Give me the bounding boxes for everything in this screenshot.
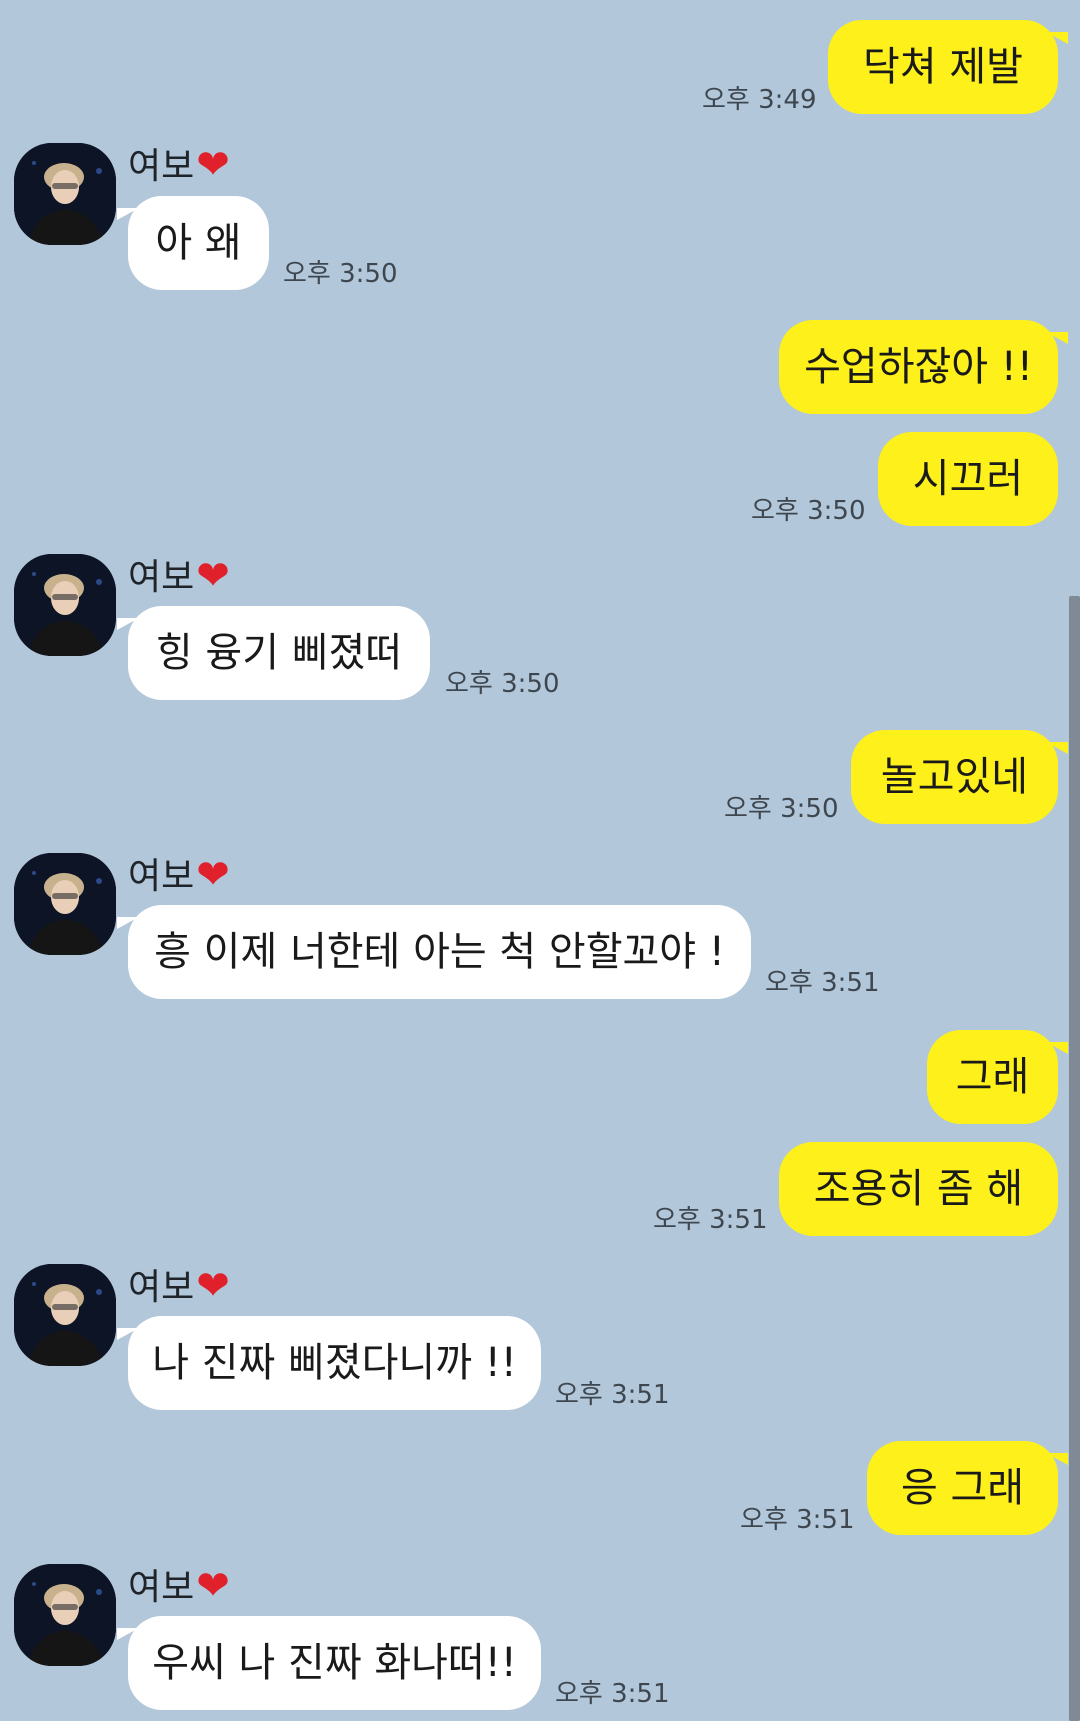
message-time: 오후 3:50 bbox=[283, 259, 398, 289]
message-time: 오후 3:51 bbox=[555, 1679, 670, 1709]
message-text: 우씨 나 진짜 화나떠!! bbox=[152, 1640, 517, 1686]
contact-name: 여보❤ bbox=[128, 553, 230, 599]
bubble-tail bbox=[1046, 742, 1068, 754]
bubble-tail bbox=[1046, 32, 1068, 44]
bubble-tail bbox=[1046, 1453, 1068, 1465]
message-time: 오후 3:49 bbox=[702, 85, 817, 115]
message-time: 오후 3:51 bbox=[555, 1380, 670, 1410]
contact-name: 여보❤ bbox=[128, 142, 230, 188]
their-message-bubble[interactable]: 흥 이제 너한테 아는 척 안할꼬야 ! bbox=[128, 905, 751, 999]
my-message-bubble[interactable]: 조용히 좀 해 bbox=[779, 1142, 1058, 1236]
avatar-image bbox=[14, 1564, 116, 1666]
their-message-bubble[interactable]: 힝 융기 삐졌떠 bbox=[128, 606, 430, 700]
avatar-image bbox=[14, 143, 116, 245]
heart-icon: ❤ bbox=[196, 852, 230, 898]
message-text: 놀고있네 bbox=[880, 754, 1029, 800]
bubble-tail bbox=[1046, 332, 1068, 344]
contact-name: 여보❤ bbox=[128, 1563, 230, 1609]
message-time: 오후 3:51 bbox=[765, 968, 880, 998]
avatar[interactable] bbox=[14, 554, 116, 656]
heart-icon: ❤ bbox=[196, 1263, 230, 1309]
message-text: 아 왜 bbox=[155, 220, 242, 266]
my-message-bubble[interactable]: 닥쳐 제발 bbox=[828, 20, 1058, 114]
my-message-bubble[interactable]: 놀고있네 bbox=[851, 730, 1058, 824]
my-message-bubble[interactable]: 응 그래 bbox=[867, 1441, 1058, 1535]
message-text: 그래 bbox=[955, 1054, 1030, 1100]
message-text: 수업하잖아 !! bbox=[804, 344, 1033, 390]
heart-icon: ❤ bbox=[196, 1563, 230, 1609]
chat-screen: { "contact": { "name": "여보", "name_emoji… bbox=[0, 0, 1080, 1721]
heart-icon: ❤ bbox=[196, 553, 230, 599]
their-message-bubble[interactable]: 나 진짜 삐졌다니까 !! bbox=[128, 1316, 541, 1410]
avatar[interactable] bbox=[14, 143, 116, 245]
message-time: 오후 3:50 bbox=[445, 669, 560, 699]
contact-name: 여보❤ bbox=[128, 852, 230, 898]
contact-name: 여보❤ bbox=[128, 1263, 230, 1309]
their-message-bubble[interactable]: 아 왜 bbox=[128, 196, 269, 290]
my-message-bubble[interactable]: 그래 bbox=[927, 1030, 1058, 1124]
message-text: 흥 이제 너한테 아는 척 안할꼬야 ! bbox=[154, 929, 725, 975]
message-text: 조용히 좀 해 bbox=[813, 1166, 1024, 1212]
avatar-image bbox=[14, 853, 116, 955]
avatar[interactable] bbox=[14, 1264, 116, 1366]
message-text: 응 그래 bbox=[900, 1465, 1025, 1511]
avatar-image bbox=[14, 1264, 116, 1366]
avatar-image bbox=[14, 554, 116, 656]
heart-icon: ❤ bbox=[196, 142, 230, 188]
avatar[interactable] bbox=[14, 853, 116, 955]
their-message-bubble[interactable]: 우씨 나 진짜 화나떠!! bbox=[128, 1616, 541, 1710]
message-time: 오후 3:50 bbox=[751, 496, 866, 526]
message-text: 시끄러 bbox=[912, 456, 1024, 502]
bubble-tail bbox=[1046, 1042, 1068, 1054]
message-text: 힝 융기 삐졌떠 bbox=[155, 630, 403, 676]
message-time: 오후 3:51 bbox=[653, 1205, 768, 1235]
message-text: 닥쳐 제발 bbox=[863, 44, 1023, 90]
avatar[interactable] bbox=[14, 1564, 116, 1666]
scrollbar[interactable] bbox=[1069, 596, 1080, 1721]
my-message-bubble[interactable]: 수업하잖아 !! bbox=[779, 320, 1058, 414]
message-time: 오후 3:50 bbox=[724, 794, 839, 824]
message-time: 오후 3:51 bbox=[740, 1505, 855, 1535]
message-text: 나 진짜 삐졌다니까 !! bbox=[152, 1340, 517, 1386]
my-message-bubble[interactable]: 시끄러 bbox=[878, 432, 1058, 526]
